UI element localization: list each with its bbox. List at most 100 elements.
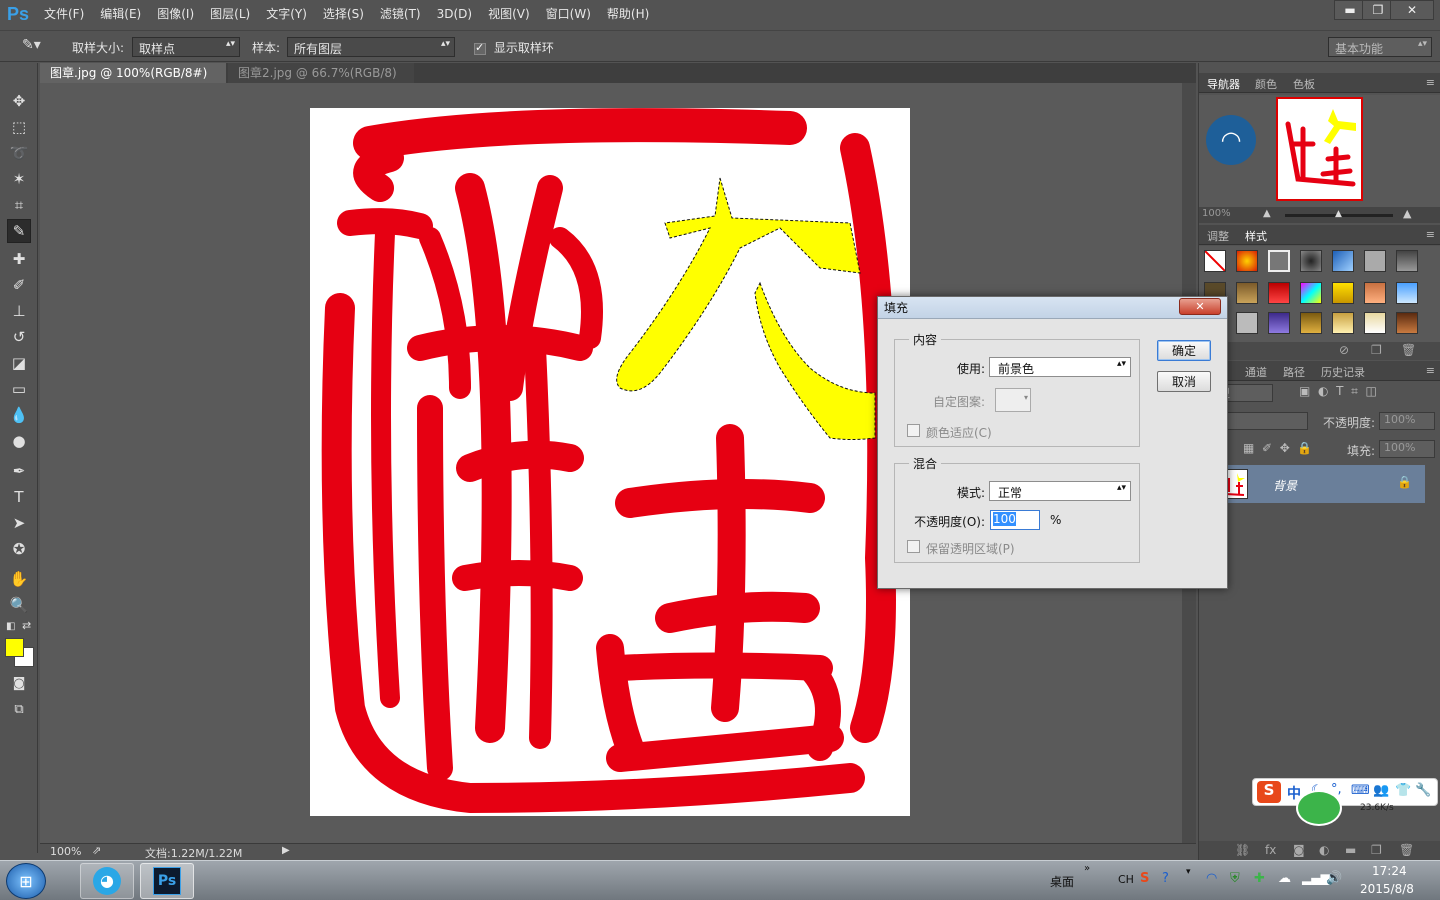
ime-options-icon[interactable]: ▾ bbox=[1186, 867, 1191, 877]
style-swatch[interactable] bbox=[1396, 250, 1418, 272]
smart-filter-icon[interactable]: ◫ bbox=[1366, 384, 1377, 398]
custom-pattern-picker[interactable]: ▾ bbox=[995, 388, 1031, 412]
zoom-in-icon[interactable]: ▲ bbox=[1403, 207, 1411, 220]
swap-colors-icon[interactable]: ⇄ bbox=[22, 619, 31, 632]
shield-tray-icon[interactable]: ⛨ bbox=[1230, 871, 1240, 886]
move-tool-icon[interactable]: ✥ bbox=[7, 89, 31, 113]
sample-size-select[interactable]: 取样点 ▴▾ bbox=[132, 37, 240, 57]
slider-thumb-icon[interactable]: ▲ bbox=[1335, 209, 1342, 219]
type-tool-icon[interactable]: T bbox=[7, 485, 31, 509]
help-tray-icon[interactable]: ? bbox=[1162, 871, 1169, 886]
menu-file[interactable]: 文件(F) bbox=[36, 0, 92, 28]
network-speed-ball[interactable] bbox=[1296, 790, 1342, 826]
language-indicator[interactable]: CH bbox=[1118, 873, 1134, 886]
shape-filter-icon[interactable]: ⌗ bbox=[1351, 384, 1358, 398]
color-adapt-checkbox[interactable] bbox=[907, 424, 920, 437]
style-swatch[interactable] bbox=[1332, 250, 1354, 272]
brush-tool-icon[interactable]: ✐ bbox=[7, 273, 31, 297]
menu-window[interactable]: 窗口(W) bbox=[538, 0, 599, 28]
mode-select[interactable]: 正常 ▴▾ bbox=[989, 481, 1131, 501]
eraser-tool-icon[interactable]: ◪ bbox=[7, 351, 31, 375]
image-filter-icon[interactable]: ▣ bbox=[1299, 384, 1310, 398]
navigator-zoom-value[interactable]: 100% bbox=[1202, 208, 1231, 219]
magic-wand-tool-icon[interactable]: ✶ bbox=[7, 167, 31, 191]
healing-brush-tool-icon[interactable]: ✚ bbox=[7, 247, 31, 271]
menu-image[interactable]: 图像(I) bbox=[149, 0, 202, 28]
quick-mask-icon[interactable]: ◙ bbox=[7, 671, 31, 695]
layer-name[interactable]: 背景 bbox=[1273, 477, 1297, 494]
opacity-input[interactable]: 100 bbox=[990, 510, 1040, 530]
hand-tool-icon[interactable]: ✋ bbox=[7, 567, 31, 591]
tab-swatches[interactable]: 色板 bbox=[1293, 76, 1315, 92]
tab-stamp2-jpg[interactable]: 图章2.jpg @ 66.7%(RGB/8) * × bbox=[228, 63, 414, 100]
use-select[interactable]: 前景色 ▴▾ bbox=[989, 357, 1131, 377]
keyboard-icon[interactable]: ⌨ bbox=[1351, 783, 1370, 798]
workspace-select[interactable]: 基本功能 ▴▾ bbox=[1328, 37, 1432, 57]
tab-color[interactable]: 颜色 bbox=[1255, 76, 1277, 92]
history-brush-tool-icon[interactable]: ↺ bbox=[7, 325, 31, 349]
style-swatch[interactable] bbox=[1236, 250, 1258, 272]
tab-adjustments[interactable]: 调整 bbox=[1207, 228, 1229, 244]
gradient-tool-icon[interactable]: ▭ bbox=[7, 377, 31, 401]
new-group-icon[interactable]: ▬ bbox=[1345, 843, 1356, 857]
lock-pixels-icon[interactable]: ▦ bbox=[1243, 441, 1254, 455]
shape-tool-icon[interactable]: ✪ bbox=[7, 537, 31, 561]
sogou-tray-icon[interactable]: S bbox=[1140, 871, 1149, 886]
menu-view[interactable]: 视图(V) bbox=[480, 0, 538, 28]
stamp-tool-icon[interactable]: ⊥ bbox=[7, 299, 31, 323]
add-mask-icon[interactable]: ◙ bbox=[1293, 843, 1305, 857]
user-icon[interactable]: 👥 bbox=[1373, 783, 1389, 798]
zoom-level[interactable]: 100% bbox=[50, 845, 81, 858]
style-swatch[interactable] bbox=[1236, 282, 1258, 304]
dialog-title[interactable]: 填充 bbox=[878, 297, 1227, 319]
dodge-tool-icon[interactable]: ● bbox=[7, 429, 31, 453]
taskbar-app-browser[interactable]: ◕ bbox=[80, 863, 134, 899]
delete-layer-icon[interactable]: 🗑 bbox=[1399, 843, 1414, 857]
marquee-tool-icon[interactable]: ⬚ bbox=[7, 115, 31, 139]
style-swatch[interactable] bbox=[1396, 312, 1418, 334]
eyedropper-tool-icon[interactable]: ✎ bbox=[7, 219, 31, 243]
layer-fx-icon[interactable]: fx bbox=[1265, 843, 1276, 857]
menu-help[interactable]: 帮助(H) bbox=[599, 0, 657, 28]
tab-paths[interactable]: 路径 bbox=[1283, 364, 1305, 380]
lock-all-icon[interactable]: 🔒 bbox=[1297, 441, 1312, 455]
menu-layer[interactable]: 图层(L) bbox=[202, 0, 258, 28]
menu-edit[interactable]: 编辑(E) bbox=[92, 0, 149, 28]
new-layer-icon[interactable]: ❐ bbox=[1371, 843, 1382, 857]
layer-row-background[interactable]: 背景 🔒 bbox=[1199, 465, 1425, 503]
volume-tray-icon[interactable]: 🔊 bbox=[1326, 871, 1342, 886]
tab-history[interactable]: 历史记录 bbox=[1321, 364, 1365, 380]
sample-layers-select[interactable]: 所有图层 ▴▾ bbox=[287, 37, 455, 57]
document-canvas[interactable] bbox=[310, 108, 910, 816]
style-swatch[interactable] bbox=[1268, 250, 1290, 272]
tab-stamp-jpg[interactable]: 图章.jpg @ 100%(RGB/8#) * × bbox=[40, 63, 226, 100]
path-select-tool-icon[interactable]: ➤ bbox=[7, 511, 31, 535]
lasso-tool-icon[interactable]: ➰ bbox=[7, 141, 31, 165]
clear-style-icon[interactable]: ⊘ bbox=[1339, 343, 1349, 357]
type-filter-icon[interactable]: T bbox=[1336, 384, 1343, 398]
ok-button[interactable]: 确定 bbox=[1157, 340, 1211, 361]
style-none-swatch[interactable] bbox=[1204, 250, 1226, 272]
navigator-thumbnail[interactable] bbox=[1276, 97, 1363, 201]
show-ring-toggle[interactable]: 显示取样环 bbox=[474, 39, 554, 56]
status-menu-arrow-icon[interactable]: ▶ bbox=[282, 845, 290, 856]
clock-date[interactable]: 2015/8/8 bbox=[1360, 882, 1414, 896]
sogou-logo-icon[interactable]: S bbox=[1257, 781, 1281, 803]
skin-icon[interactable]: 👕 bbox=[1395, 783, 1411, 798]
security-tray-icon[interactable]: ✚ bbox=[1254, 871, 1265, 886]
default-colors-icon[interactable]: ◧ bbox=[6, 621, 15, 632]
style-swatch[interactable] bbox=[1332, 282, 1354, 304]
eyedropper-preset-icon[interactable]: ✎▾ bbox=[22, 37, 46, 57]
panel-menu-icon[interactable]: ≡ bbox=[1426, 76, 1435, 89]
panel-menu-icon[interactable]: ≡ bbox=[1426, 364, 1435, 377]
lock-position-icon[interactable]: ✥ bbox=[1280, 441, 1290, 455]
navigator-view[interactable]: ◠ bbox=[1199, 95, 1440, 207]
toolbar-expand-icon[interactable]: » bbox=[1084, 863, 1090, 874]
style-swatch[interactable] bbox=[1364, 250, 1386, 272]
dialog-close-button[interactable]: ✕ bbox=[1179, 298, 1221, 315]
link-layers-icon[interactable]: ⛓ bbox=[1235, 843, 1250, 857]
zoom-out-icon[interactable]: ▲ bbox=[1263, 208, 1271, 219]
wifi-tray-icon[interactable]: ◠ bbox=[1206, 871, 1217, 886]
taskbar-app-photoshop[interactable]: Ps bbox=[140, 863, 194, 899]
cloud-tray-icon[interactable]: ☁ bbox=[1278, 871, 1291, 886]
